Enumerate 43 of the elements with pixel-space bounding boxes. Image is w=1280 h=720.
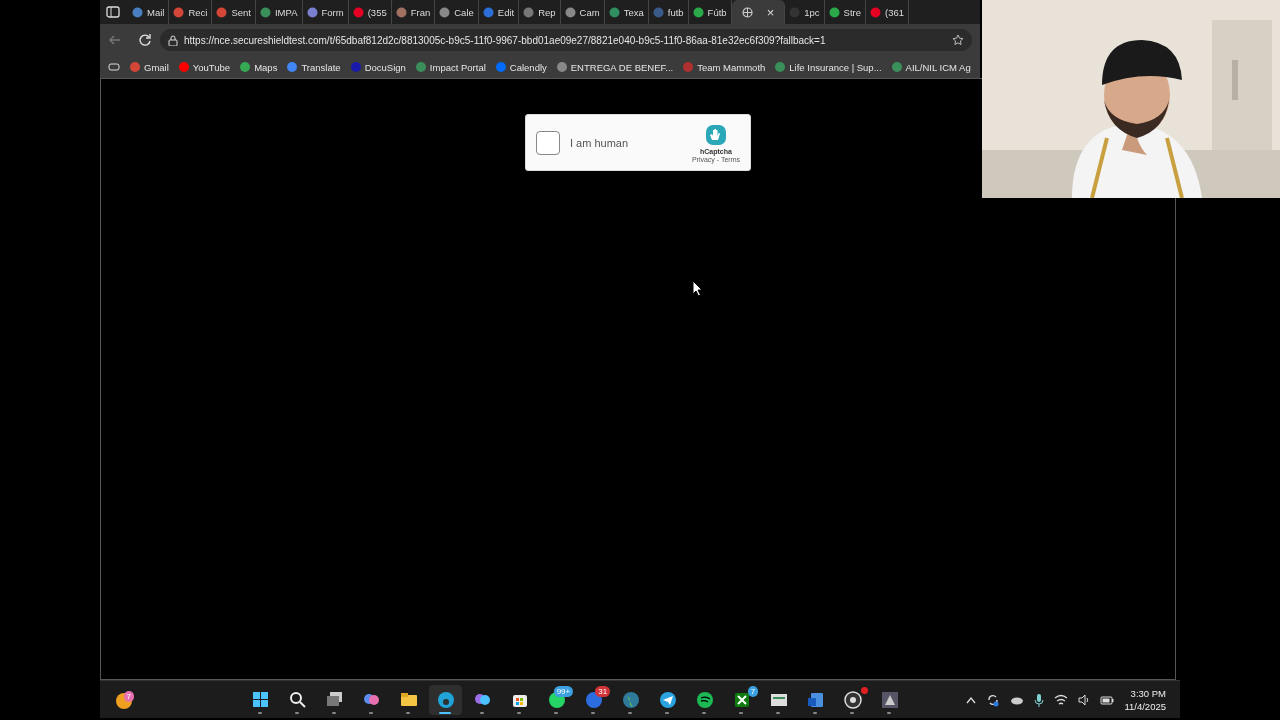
- close-tab-button[interactable]: ×: [766, 4, 775, 20]
- bookmark[interactable]: AIL/NIL ICM Ag: [891, 61, 971, 73]
- bookmark[interactable]: Life Insurance | Sup...: [775, 61, 882, 73]
- bookmark[interactable]: Impact Portal: [415, 61, 486, 73]
- battery-icon[interactable]: [1100, 693, 1115, 706]
- globe-icon: [620, 689, 641, 710]
- bookmark[interactable]: Maps: [240, 61, 278, 73]
- cursor-icon: [692, 280, 703, 297]
- bookmark[interactable]: Translate: [287, 61, 341, 73]
- speaker-icon[interactable]: [1078, 693, 1091, 706]
- hand-logo-icon: [703, 122, 728, 147]
- record-icon: [842, 689, 863, 710]
- microphone-icon[interactable]: [1034, 692, 1045, 707]
- notification-badge: 99+: [553, 685, 574, 697]
- search-icon: [287, 689, 308, 710]
- star-icon[interactable]: [952, 34, 964, 46]
- browser-tab[interactable]: ×: [731, 0, 786, 24]
- notification-badge: 31: [595, 685, 611, 697]
- music-icon: [694, 689, 715, 710]
- bookmark[interactable]: Calendly: [495, 61, 547, 73]
- chevron-up-icon[interactable]: [966, 695, 977, 704]
- sync-icon[interactable]: [986, 692, 1001, 707]
- paper-plane-icon: [657, 689, 678, 710]
- bookmark[interactable]: DocuSign: [350, 61, 406, 73]
- clock[interactable]: 3:30 PM 11/4/2025: [1124, 687, 1166, 712]
- collections-icon[interactable]: [108, 62, 120, 72]
- app-icon: [879, 689, 900, 710]
- notification-badge: 7: [123, 690, 134, 702]
- notification-badge: 7: [747, 685, 759, 697]
- bookmark[interactable]: Team Mammoth: [683, 61, 766, 73]
- captcha-checkbox[interactable]: [536, 130, 560, 155]
- back-icon[interactable]: [108, 33, 122, 47]
- taskbar-app[interactable]: [429, 684, 463, 715]
- wifi-icon[interactable]: [1054, 693, 1069, 706]
- start-icon: [250, 689, 271, 710]
- lock-icon: [168, 34, 178, 46]
- address-bar[interactable]: https://nce.secureshieldtest.com/t/65dbaf812d2c/8813005c-b9c5-11f0-9967-bbd01ae09e27/8821e040-b9c5-11f0-86aa-81e32ec6f309?fallback=1: [160, 29, 972, 51]
- taskbar-app[interactable]: 31: [577, 684, 611, 715]
- refresh-icon[interactable]: [138, 33, 152, 47]
- bookmark[interactable]: ENTREGA DE BENEF...: [556, 61, 674, 73]
- bookmark[interactable]: YouTube: [178, 61, 231, 73]
- bookmark[interactable]: Gmail: [130, 61, 169, 73]
- captcha-label: I am human: [570, 136, 630, 149]
